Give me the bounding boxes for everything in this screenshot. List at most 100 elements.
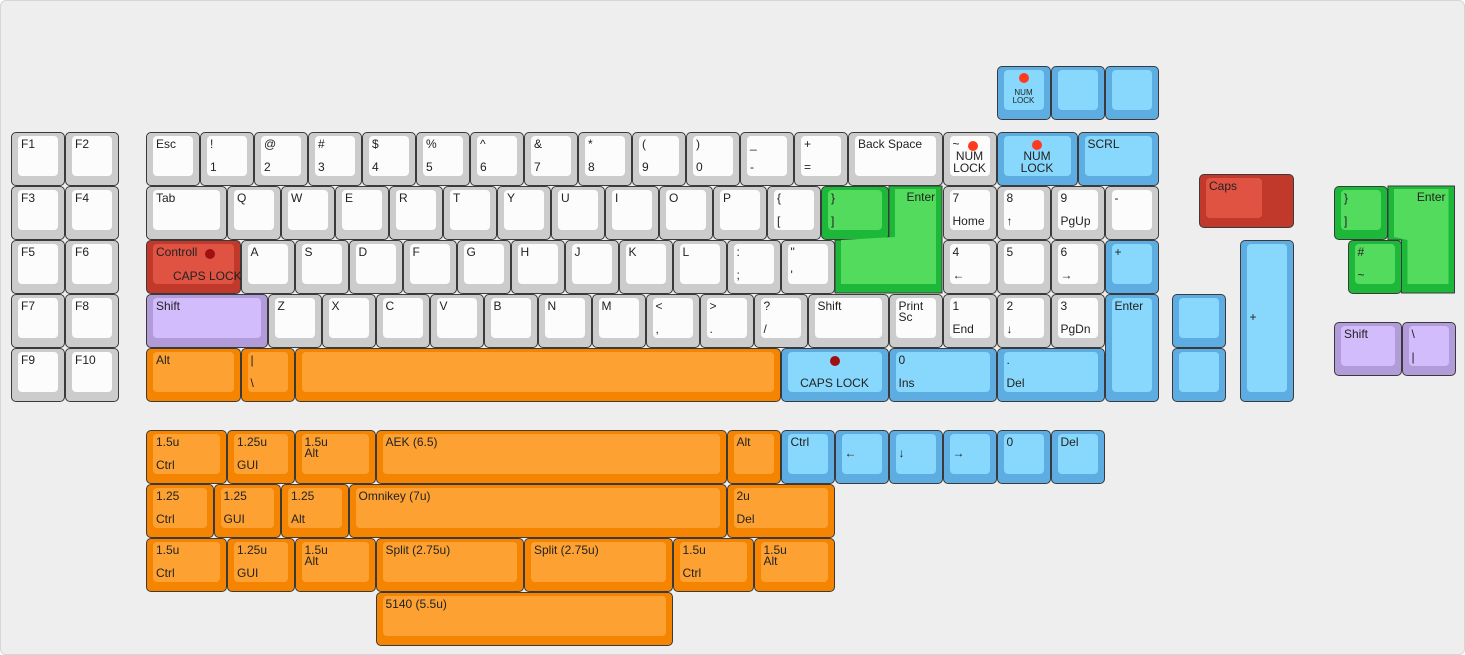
key-1-5u[interactable]: 1.5u Ctrl xyxy=(146,430,227,485)
key-sym-54[interactable]: :; xyxy=(726,240,781,294)
key-j[interactable]: J xyxy=(564,240,619,294)
key-sym-93[interactable]: # ~ xyxy=(1347,240,1402,294)
key-w[interactable]: W xyxy=(281,186,335,240)
key-7[interactable]: 7 Home xyxy=(942,186,997,240)
key-d[interactable]: D xyxy=(348,240,403,294)
key-f[interactable]: F xyxy=(402,240,457,294)
key-split-2-75u[interactable]: Split (2.75u) xyxy=(375,538,524,593)
key-v[interactable]: V xyxy=(429,294,484,348)
key-2u[interactable]: 2u Del xyxy=(726,484,835,539)
key-3[interactable]: 3 PgDn xyxy=(1050,294,1105,348)
key-esc[interactable]: Esc xyxy=(146,132,200,186)
key-1-5u[interactable]: 1.5u Ctrl xyxy=(672,538,754,593)
key-sym-71[interactable]: >. xyxy=(699,294,754,348)
key-num-lock[interactable]: NUM LOCK xyxy=(996,132,1078,186)
key-sym-41[interactable]: - xyxy=(1104,186,1159,240)
key-f6[interactable]: F6 xyxy=(65,240,119,294)
key-s[interactable]: S xyxy=(294,240,349,294)
key-num-lock[interactable]: NUM LOCK xyxy=(996,66,1051,120)
key-m[interactable]: M xyxy=(591,294,646,348)
key-sym-17[interactable]: + = xyxy=(794,132,848,186)
key-sym-7[interactable]: @2 xyxy=(254,132,308,186)
key-shift[interactable]: Shift xyxy=(807,294,889,348)
key-sym-8[interactable]: #3 xyxy=(308,132,362,186)
key-q[interactable]: Q xyxy=(227,186,281,240)
key-6[interactable]: 6 → xyxy=(1050,240,1105,294)
key-k[interactable]: K xyxy=(618,240,673,294)
key-sym-9[interactable]: $4 xyxy=(362,132,416,186)
key-shift[interactable]: Shift xyxy=(1334,322,1402,377)
key-tab[interactable]: Tab xyxy=(146,186,227,240)
key-ctrl[interactable]: Ctrl xyxy=(780,430,835,485)
key-f5[interactable]: F5 xyxy=(11,240,65,294)
key-sym-11[interactable]: ^ 6 xyxy=(470,132,524,186)
key-split-2-75u[interactable]: Split (2.75u) xyxy=(524,538,673,593)
key-1-5u-alt[interactable]: 1.5u Alt xyxy=(294,538,376,593)
key-alt[interactable]: Alt xyxy=(146,348,241,402)
key-sym-103[interactable]: ↓ xyxy=(888,430,943,485)
key-f4[interactable]: F4 xyxy=(65,186,119,240)
key-z[interactable]: Z xyxy=(267,294,322,348)
key-1-25[interactable]: 1.25 Alt xyxy=(281,484,349,539)
key-y[interactable]: Y xyxy=(497,186,551,240)
key-sym-95[interactable]: \ | xyxy=(1401,322,1456,377)
key-omnikey-7u[interactable]: Omnikey (7u) xyxy=(348,484,727,539)
key-r[interactable]: R xyxy=(389,186,443,240)
key-1-25u[interactable]: 1.25u GUI xyxy=(227,538,295,593)
key-u[interactable]: U xyxy=(551,186,605,240)
key-sym-10[interactable]: % 5 xyxy=(416,132,470,186)
key-sym-72[interactable]: ? / xyxy=(753,294,808,348)
key-blank[interactable] xyxy=(1050,66,1105,120)
key-alt[interactable]: Alt xyxy=(726,430,781,485)
key-1-25[interactable]: 1.25 GUI xyxy=(213,484,281,539)
key-sym-14[interactable]: (9 xyxy=(632,132,686,186)
key-b[interactable]: B xyxy=(483,294,538,348)
key-5140-5-5u[interactable]: 5140 (5.5u) xyxy=(375,592,673,647)
key-aek-6-5[interactable]: AEK (6.5) xyxy=(375,430,727,485)
key-shift[interactable]: Shift xyxy=(146,294,268,348)
key-sym-104[interactable]: → xyxy=(942,430,997,485)
key-sym-35[interactable]: {[ xyxy=(767,186,821,240)
key-sym-6[interactable]: ! 1 xyxy=(200,132,254,186)
key-sym-91[interactable]: }] xyxy=(1334,186,1388,240)
key-sym-16[interactable]: _ - xyxy=(740,132,794,186)
key-x[interactable]: X xyxy=(321,294,376,348)
key-h[interactable]: H xyxy=(510,240,565,294)
key-1-25[interactable]: 1.25 Ctrl xyxy=(146,484,214,539)
key-4[interactable]: 4 ← xyxy=(942,240,997,294)
key-caps-lock[interactable]: CAPS LOCK xyxy=(780,348,889,402)
key-5[interactable]: 5 xyxy=(996,240,1051,294)
key-sym-86[interactable]: . Del xyxy=(996,348,1105,402)
key-9[interactable]: 9 PgUp xyxy=(1050,186,1105,240)
key-f9[interactable]: F9 xyxy=(11,348,65,402)
key-scrl[interactable]: SCRL xyxy=(1077,132,1159,186)
key-8[interactable]: 8 ↑ xyxy=(996,186,1051,240)
key-sym-13[interactable]: * 8 xyxy=(578,132,632,186)
key-f7[interactable]: F7 xyxy=(11,294,65,348)
key-back-space[interactable]: Back Space xyxy=(848,132,943,186)
key-1-5u[interactable]: 1.5u Ctrl xyxy=(146,538,227,593)
key-p[interactable]: P xyxy=(713,186,767,240)
key-del[interactable]: Del xyxy=(1050,430,1105,485)
key-f2[interactable]: F2 xyxy=(65,132,119,186)
key-t[interactable]: T xyxy=(443,186,497,240)
key-sym-15[interactable]: ) 0 xyxy=(686,132,740,186)
key-o[interactable]: O xyxy=(659,186,713,240)
key-blank[interactable] xyxy=(1104,66,1159,120)
key-sym-55[interactable]: " ' xyxy=(780,240,835,294)
key-n[interactable]: N xyxy=(537,294,592,348)
key-blank[interactable] xyxy=(294,348,781,402)
key-sym-19[interactable]: ~ NUM LOCK xyxy=(942,132,997,186)
key-f3[interactable]: F3 xyxy=(11,186,65,240)
key-0[interactable]: 0 Ins xyxy=(888,348,997,402)
key-f10[interactable]: F10 xyxy=(65,348,119,402)
key-sym-90[interactable]: + xyxy=(1239,240,1294,402)
key-blank[interactable] xyxy=(1172,294,1226,348)
key-enter[interactable]: Enter xyxy=(1104,294,1159,402)
key-1[interactable]: 1 End xyxy=(942,294,997,348)
key-2[interactable]: 2 ↓ xyxy=(996,294,1051,348)
key-controll[interactable]: Controll CAPS LOCK xyxy=(146,240,242,294)
key-0[interactable]: 0 xyxy=(996,430,1051,485)
key-f1[interactable]: F1 xyxy=(11,132,65,186)
key-caps[interactable]: Caps xyxy=(1199,174,1294,229)
